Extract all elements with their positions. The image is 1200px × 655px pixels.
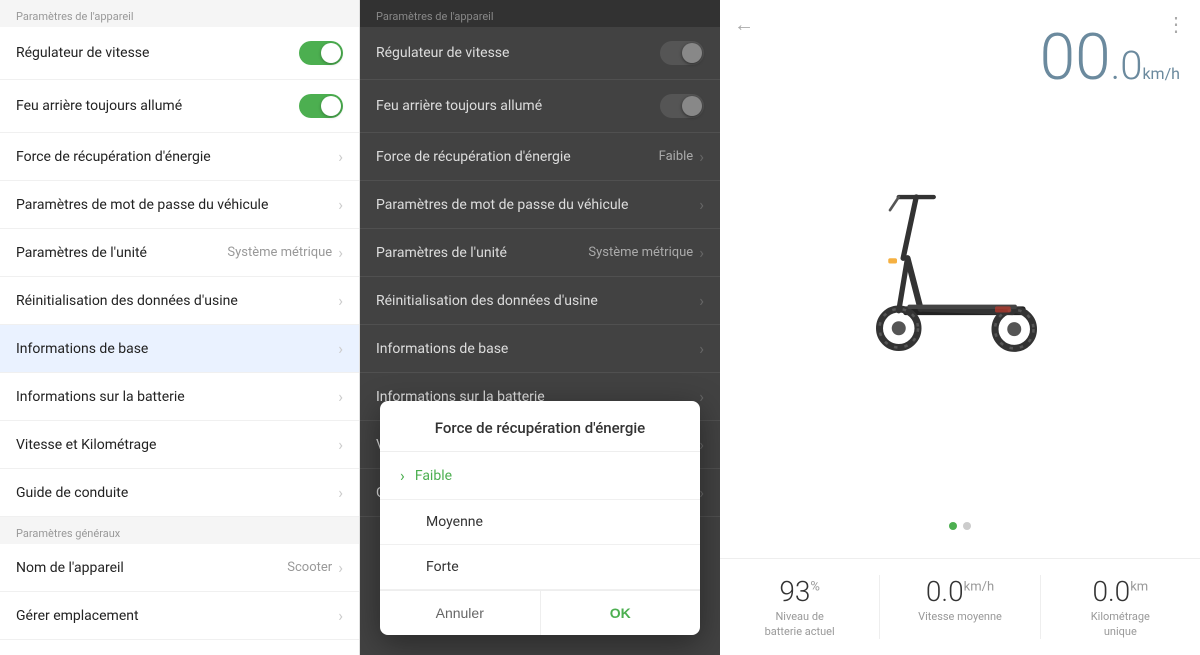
left-item-nom-label: Nom de l'appareil <box>16 560 124 576</box>
dialog-title: Force de récupération d'énergie <box>380 401 700 452</box>
left-item-batterie[interactable]: Informations sur la batterie › <box>0 373 359 421</box>
left-item-nom-right: Scooter › <box>287 558 343 577</box>
stat-battery-label: Niveau de batterie actuel <box>730 610 869 639</box>
speed-decimal: .0 <box>1111 42 1143 89</box>
left-item-info-base-right: › <box>338 339 343 358</box>
left-item-vitesse-right: › <box>338 435 343 454</box>
chevron-icon: › <box>338 435 343 454</box>
chevron-icon: › <box>338 291 343 310</box>
left-item-vitesse-label: Vitesse et Kilométrage <box>16 437 156 453</box>
dots-indicator <box>740 514 1180 538</box>
dialog-actions: Annuler OK <box>380 590 700 635</box>
stat-km: 0.0km Kilométrage unique <box>1041 575 1200 639</box>
stat-battery-value: 93% <box>730 575 869 608</box>
left-item-feu[interactable]: Feu arrière toujours allumé <box>0 80 359 133</box>
dot-2[interactable] <box>963 522 971 530</box>
chevron-icon: › <box>338 195 343 214</box>
left-item-info-base[interactable]: Informations de base › <box>0 325 359 373</box>
dialog-option-moyenne[interactable]: Moyenne <box>380 500 700 545</box>
left-item-force[interactable]: Force de récupération d'énergie › <box>0 133 359 181</box>
left-item-unite[interactable]: Paramètres de l'unité Système métrique › <box>0 229 359 277</box>
left-item-guide[interactable]: Guide de conduite › <box>0 469 359 517</box>
stat-speed-value: 0.0km/h <box>890 575 1029 608</box>
chevron-icon: › <box>338 339 343 358</box>
left-section2-header: Paramètres généraux <box>0 517 359 544</box>
left-item-partager[interactable]: Partager l'appareil › <box>0 640 359 655</box>
left-item-guide-label: Guide de conduite <box>16 485 128 501</box>
scooter-area: ← ⋮ 00.0km/h <box>720 0 1200 558</box>
left-item-force-label: Force de récupération d'énergie <box>16 149 211 165</box>
dialog-option-moyenne-label: Moyenne <box>426 514 483 530</box>
left-item-unite-label: Paramètres de l'unité <box>16 245 147 261</box>
left-settings-panel: Paramètres de l'appareil Régulateur de v… <box>0 0 360 655</box>
dialog-cancel-button[interactable]: Annuler <box>380 591 541 635</box>
chevron-icon: › <box>338 243 343 262</box>
scooter-svg <box>820 157 1100 377</box>
force-dialog: Force de récupération d'énergie › Faible… <box>380 401 700 635</box>
left-item-batterie-right: › <box>338 387 343 406</box>
left-item-password-label: Paramètres de mot de passe du véhicule <box>16 197 268 213</box>
dialog-option-forte[interactable]: Forte <box>380 545 700 590</box>
stat-speed: 0.0km/h Vitesse moyenne <box>880 575 1040 639</box>
left-item-regulateur[interactable]: Régulateur de vitesse <box>0 27 359 80</box>
left-item-gerer-right: › <box>338 606 343 625</box>
check-icon: › <box>400 466 405 485</box>
dialog-option-faible[interactable]: › Faible <box>380 452 700 500</box>
left-item-nom-value: Scooter <box>287 560 332 575</box>
stat-km-label: Kilométrage unique <box>1051 610 1190 639</box>
dialog-overlay: Force de récupération d'énergie › Faible… <box>360 0 720 655</box>
back-button[interactable]: ← <box>728 8 760 40</box>
middle-settings-panel: Paramètres de l'appareil Régulateur de v… <box>360 0 720 655</box>
left-item-info-base-label: Informations de base <box>16 341 148 357</box>
left-section1-header: Paramètres de l'appareil <box>0 0 359 27</box>
dialog-option-forte-label: Forte <box>426 559 459 575</box>
right-panel: ← ⋮ 00.0km/h <box>720 0 1200 655</box>
chevron-icon: › <box>338 558 343 577</box>
left-item-reinit-right: › <box>338 291 343 310</box>
stats-bar: 93% Niveau de batterie actuel 0.0km/h Vi… <box>720 558 1200 655</box>
left-item-reinit[interactable]: Réinitialisation des données d'usine › <box>0 277 359 325</box>
left-item-gerer-label: Gérer emplacement <box>16 608 139 624</box>
left-item-unite-right: Système métrique › <box>227 243 343 262</box>
regulateur-toggle[interactable] <box>299 41 343 65</box>
left-item-password-right: › <box>338 195 343 214</box>
left-item-regulateur-label: Régulateur de vitesse <box>16 45 149 61</box>
chevron-icon: › <box>338 147 343 166</box>
speed-value: 00 <box>1040 20 1111 95</box>
left-item-unite-value: Système métrique <box>227 245 332 260</box>
stat-battery: 93% Niveau de batterie actuel <box>720 575 880 639</box>
dialog-option-faible-label: Faible <box>415 468 452 484</box>
chevron-icon: › <box>338 387 343 406</box>
stat-speed-label: Vitesse moyenne <box>890 610 1029 624</box>
left-item-batterie-label: Informations sur la batterie <box>16 389 185 405</box>
speed-unit: km/h <box>1142 64 1180 83</box>
left-item-vitesse[interactable]: Vitesse et Kilométrage › <box>0 421 359 469</box>
left-item-nom[interactable]: Nom de l'appareil Scooter › <box>0 544 359 592</box>
left-item-reinit-label: Réinitialisation des données d'usine <box>16 293 238 309</box>
left-item-password[interactable]: Paramètres de mot de passe du véhicule › <box>0 181 359 229</box>
left-item-feu-label: Feu arrière toujours allumé <box>16 98 182 114</box>
chevron-icon: › <box>338 606 343 625</box>
chevron-icon: › <box>338 483 343 502</box>
left-item-force-right: › <box>338 147 343 166</box>
left-item-gerer[interactable]: Gérer emplacement › <box>0 592 359 640</box>
left-item-guide-right: › <box>338 483 343 502</box>
dialog-ok-button[interactable]: OK <box>541 591 701 635</box>
dot-1[interactable] <box>949 522 957 530</box>
stat-km-value: 0.0km <box>1051 575 1190 608</box>
speed-display: 00.0km/h <box>1040 20 1180 95</box>
feu-toggle[interactable] <box>299 94 343 118</box>
